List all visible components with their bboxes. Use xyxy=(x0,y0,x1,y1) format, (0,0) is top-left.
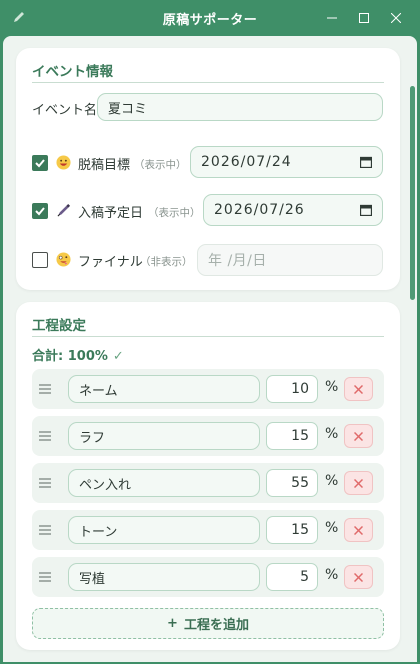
step-name-input[interactable]: ペン入れ xyxy=(68,469,260,497)
step-row: ペン入れ 55 % xyxy=(32,463,384,503)
deadline-2-checkbox[interactable] xyxy=(32,203,48,219)
deadline-1-date-input[interactable]: 2026/07/24 xyxy=(190,146,383,178)
deadline-1-status: （表示中） xyxy=(134,159,187,171)
step-percent-input[interactable]: 15 xyxy=(266,422,318,450)
step-row: 写植 5 % xyxy=(32,557,384,597)
main-content: イベント情報 イベント名 夏コミ 脱稿目標 （表示中） 2026/07/24 入… xyxy=(3,36,417,662)
delete-step-button[interactable] xyxy=(344,377,373,401)
event-info-card: イベント情報 イベント名 夏コミ 脱稿目標 （表示中） 2026/07/24 入… xyxy=(16,48,400,290)
deadline-1-label: 脱稿目標 xyxy=(78,158,131,173)
maximize-icon xyxy=(359,13,369,23)
step-row: トーン 15 % xyxy=(32,510,384,550)
deadline-3-status: （非表示） xyxy=(140,256,193,268)
percent-sign: % xyxy=(325,473,339,489)
deadline-1-date-value: 2026/07/24 xyxy=(201,154,292,170)
checkmark-icon xyxy=(35,207,45,216)
percent-sign: % xyxy=(325,379,339,395)
step-name-input[interactable]: トーン xyxy=(68,516,260,544)
step-percent-input[interactable]: 5 xyxy=(266,563,318,591)
deadline-1-checkbox[interactable] xyxy=(32,155,48,171)
delete-step-button[interactable] xyxy=(344,565,373,589)
step-name-input[interactable]: ネーム xyxy=(68,375,260,403)
percent-sign: % xyxy=(325,426,339,442)
total-percent-label: 合計: 100% xyxy=(32,349,108,364)
drag-handle-icon[interactable] xyxy=(38,430,52,442)
process-settings-card: 工程設定 合計: 100% ✓ ネーム 10 % ラフ 15 % ペン入れ 55… xyxy=(16,302,400,650)
drag-handle-icon[interactable] xyxy=(38,383,52,395)
deadline-3-date-placeholder: 年 /月/日 xyxy=(208,253,267,269)
deadline-2-date-value: 2026/07/26 xyxy=(214,202,305,218)
minimize-icon xyxy=(327,17,337,19)
total-percent: 合計: 100% ✓ xyxy=(32,345,124,364)
percent-sign: % xyxy=(325,567,339,583)
drag-handle-icon[interactable] xyxy=(38,571,52,583)
close-icon xyxy=(354,525,363,535)
fountain-pen-icon xyxy=(57,203,71,217)
step-row: ラフ 15 % xyxy=(32,416,384,456)
calendar-icon[interactable] xyxy=(360,204,372,216)
pencil-icon xyxy=(14,12,24,22)
close-icon xyxy=(391,13,401,23)
drag-handle-icon[interactable] xyxy=(38,477,52,489)
deadline-3-checkbox[interactable] xyxy=(32,252,48,268)
zany-face-icon xyxy=(56,252,71,267)
event-name-label: イベント名 xyxy=(32,103,98,118)
close-icon xyxy=(354,384,363,394)
event-section-title: イベント情報 xyxy=(32,64,113,80)
delete-step-button[interactable] xyxy=(344,471,373,495)
total-ok-check: ✓ xyxy=(112,349,124,364)
plus-icon: + xyxy=(167,616,178,631)
step-name-input[interactable]: 写植 xyxy=(68,563,260,591)
deadline-2-status: （表示中） xyxy=(148,207,201,219)
window-controls xyxy=(316,0,412,36)
calendar-icon[interactable] xyxy=(360,156,372,168)
title-bar: 原稿サポーター xyxy=(0,0,420,36)
event-section-divider xyxy=(32,82,384,83)
window-title: 原稿サポーター xyxy=(162,12,258,28)
deadline-2-date-input[interactable]: 2026/07/26 xyxy=(203,194,383,226)
drag-handle-icon[interactable] xyxy=(38,524,52,536)
step-percent-input[interactable]: 10 xyxy=(266,375,318,403)
close-icon xyxy=(354,478,363,488)
step-row: ネーム 10 % xyxy=(32,369,384,409)
event-name-input[interactable]: 夏コミ xyxy=(97,93,383,121)
scrollbar[interactable] xyxy=(410,86,415,300)
add-step-label: 工程を追加 xyxy=(183,618,249,633)
deadline-3-date-input[interactable]: 年 /月/日 xyxy=(197,244,383,276)
grinning-face-icon xyxy=(56,155,71,170)
deadline-3-label: ファイナル xyxy=(78,255,143,270)
delete-step-button[interactable] xyxy=(344,424,373,448)
step-name-input[interactable]: ラフ xyxy=(68,422,260,450)
add-step-button[interactable]: + 工程を追加 xyxy=(32,608,384,639)
close-button[interactable] xyxy=(380,0,412,36)
close-icon xyxy=(354,572,363,582)
step-percent-input[interactable]: 15 xyxy=(266,516,318,544)
delete-step-button[interactable] xyxy=(344,518,373,542)
checkmark-icon xyxy=(35,159,45,168)
minimize-button[interactable] xyxy=(316,0,348,36)
maximize-button[interactable] xyxy=(348,0,380,36)
deadline-2-label: 入稿予定日 xyxy=(78,206,144,221)
process-section-title: 工程設定 xyxy=(32,318,86,334)
step-percent-input[interactable]: 55 xyxy=(266,469,318,497)
close-icon xyxy=(354,431,363,441)
process-section-divider xyxy=(32,336,384,337)
percent-sign: % xyxy=(325,520,339,536)
